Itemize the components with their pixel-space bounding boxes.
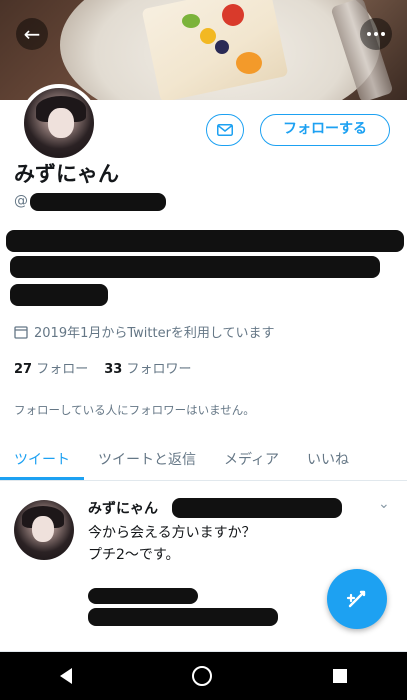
- follow-button[interactable]: フォローする: [260, 114, 390, 146]
- strawberry-image: [222, 4, 244, 26]
- blueberry-image: [215, 40, 229, 54]
- tweet-avatar[interactable]: [14, 500, 74, 560]
- tab-likes[interactable]: いいね: [293, 441, 363, 480]
- followers-label: フォロワー: [126, 362, 192, 377]
- arrow-left-icon: ←: [23, 22, 41, 46]
- calendar-icon: [14, 325, 28, 339]
- redaction-mark: [88, 588, 198, 604]
- profile-name: みずにゃん: [14, 162, 119, 186]
- following-label: フォロー: [36, 362, 89, 377]
- tab-tweets-and-replies[interactable]: ツイートと返信: [84, 441, 210, 480]
- followers-you-know-notice: フォローしている人にフォロワーはいません。: [14, 403, 255, 417]
- more-dot-icon: [374, 32, 378, 36]
- mail-icon: [217, 124, 233, 136]
- tweet-text: 今から会える方いますか？ プチ2～です。: [88, 522, 256, 566]
- followers-link[interactable]: 33 フォロワー: [104, 362, 191, 377]
- compose-tweet-button[interactable]: [327, 569, 387, 629]
- profile-tabs: ツイート ツイートと返信 メディア いいね: [0, 441, 407, 481]
- orange-slice-image: [236, 52, 262, 74]
- tweet-author: みずにゃん: [88, 501, 158, 517]
- more-dot-icon: [381, 32, 385, 36]
- following-link[interactable]: 27 フォロー: [14, 362, 88, 377]
- joined-text: 2019年1月からTwitterを利用しています: [34, 326, 275, 341]
- nav-home-icon[interactable]: [192, 666, 213, 686]
- profile-avatar[interactable]: [20, 84, 98, 162]
- chevron-down-icon[interactable]: ⌄: [378, 496, 390, 512]
- joined-date: 2019年1月からTwitterを利用しています: [14, 322, 275, 341]
- compose-icon: [346, 590, 366, 608]
- avatar-face: [48, 108, 74, 138]
- tab-media[interactable]: メディア: [210, 441, 293, 480]
- tweet-text-line: プチ2～です。: [88, 547, 180, 563]
- kiwi-image: [182, 14, 200, 28]
- following-count: 27: [14, 362, 33, 377]
- redaction-mark: [6, 230, 404, 252]
- profile-handle: @: [14, 193, 28, 209]
- redaction-mark: [10, 256, 380, 278]
- redaction-mark: [88, 608, 278, 626]
- followers-count: 33: [104, 362, 123, 377]
- follow-stats: 27 フォロー 33 フォロワー: [14, 358, 192, 377]
- redaction-mark: [172, 498, 342, 518]
- fruit-image: [200, 28, 216, 44]
- redaction-mark: [30, 193, 166, 211]
- tab-tweets[interactable]: ツイート: [0, 441, 84, 480]
- android-nav-bar: [0, 652, 407, 700]
- avatar-face: [32, 516, 54, 542]
- direct-message-button[interactable]: [206, 114, 244, 146]
- back-button[interactable]: ←: [16, 18, 48, 50]
- nav-back-icon[interactable]: [60, 668, 73, 684]
- tweet-text-line: 今から会える方いますか？: [88, 525, 256, 541]
- redaction-mark: [10, 284, 108, 306]
- nav-recents-icon[interactable]: [332, 669, 347, 683]
- more-options-button[interactable]: [360, 18, 392, 50]
- more-dot-icon: [367, 32, 371, 36]
